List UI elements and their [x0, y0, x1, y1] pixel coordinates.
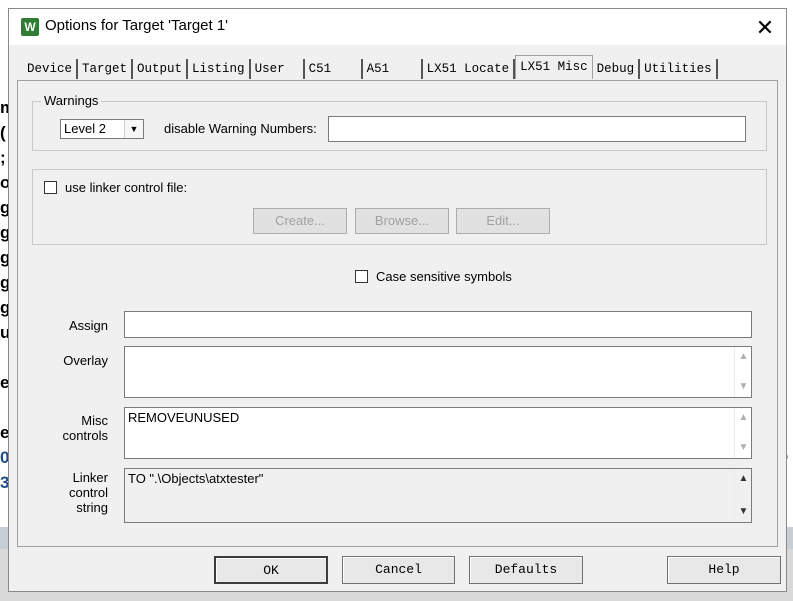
disable-warnings-input[interactable] [328, 116, 746, 142]
use-linker-file-checkbox[interactable] [44, 181, 57, 194]
warning-level-select[interactable]: Level 2 ▼ [60, 119, 144, 139]
defaults-button[interactable]: Defaults [469, 556, 583, 584]
linker-label-line: Linker [72, 470, 108, 485]
tab-a51[interactable]: A51 [362, 59, 423, 79]
options-dialog: W Options for Target 'Target 1' ✕ Device… [8, 8, 787, 592]
assign-label: Assign [68, 318, 108, 333]
chevron-up-icon[interactable]: ▲ [735, 410, 752, 426]
warnings-group: Warnings Level 2 ▼ disable Warning Numbe… [32, 93, 767, 151]
dialog-title: Options for Target 'Target 1' [45, 17, 229, 34]
chevron-down-icon[interactable]: ▼ [735, 440, 752, 456]
linker-control-string-label: Linker control string [38, 470, 108, 515]
misc-label-line: controls [62, 428, 108, 443]
assign-input[interactable] [124, 311, 752, 338]
close-icon[interactable]: ✕ [750, 15, 780, 41]
keil-app-icon: W [21, 18, 39, 36]
tab-user[interactable]: User [250, 59, 305, 79]
linker-control-string-value: TO ".\Objects\atxtester" [128, 471, 264, 486]
tab-lx51-locate[interactable]: LX51 Locate [422, 59, 516, 79]
dialog-button-row: OK Cancel Defaults Help [9, 547, 786, 591]
warning-level-value: Level 2 [64, 121, 106, 136]
chevron-down-icon[interactable]: ▼ [735, 504, 752, 520]
ok-button[interactable]: OK [214, 556, 328, 584]
tab-c51[interactable]: C51 [304, 59, 363, 79]
use-linker-file-label: use linker control file: [65, 180, 188, 195]
warnings-legend: Warnings [41, 93, 102, 108]
title-bar[interactable]: W Options for Target 'Target 1' ✕ [9, 9, 786, 45]
cancel-button[interactable]: Cancel [342, 556, 455, 584]
overlay-textarea[interactable]: ▲ ▼ [124, 346, 752, 398]
misc-controls-label: Misc controls [38, 413, 108, 443]
tab-listing[interactable]: Listing [188, 59, 251, 79]
tab-target[interactable]: Target [78, 59, 134, 79]
disable-warnings-label: disable Warning Numbers: [164, 121, 317, 136]
chevron-down-icon[interactable]: ▼ [735, 379, 752, 395]
case-sensitive-checkbox[interactable] [355, 270, 368, 283]
tab-output[interactable]: Output [133, 59, 189, 79]
linker-label-line: string [76, 500, 108, 515]
lx51-misc-panel: Warnings Level 2 ▼ disable Warning Numbe… [17, 80, 778, 547]
misc-scrollbar[interactable]: ▲ ▼ [734, 408, 751, 458]
tab-bar: Device Target Output Listing User C51 A5… [23, 55, 718, 79]
linker-label-line: control [68, 485, 108, 500]
linker-control-string-textarea[interactable]: TO ".\Objects\atxtester" ▲ ▼ [124, 468, 752, 523]
tab-lx51-misc[interactable]: LX51 Misc [515, 55, 593, 79]
misc-controls-value: REMOVEUNUSED [128, 410, 240, 425]
misc-controls-textarea[interactable]: REMOVEUNUSED ▲ ▼ [124, 407, 752, 459]
chevron-up-icon[interactable]: ▲ [735, 471, 752, 487]
misc-label-line: Misc [81, 413, 108, 428]
help-button[interactable]: Help [667, 556, 781, 584]
tab-debug[interactable]: Debug [592, 59, 641, 79]
overlay-scrollbar[interactable]: ▲ ▼ [734, 347, 751, 397]
overlay-label: Overlay [63, 353, 108, 368]
edit-button[interactable]: Edit... [456, 208, 550, 234]
chevron-down-icon: ▼ [124, 120, 143, 138]
chevron-up-icon[interactable]: ▲ [735, 349, 752, 365]
tab-utilities[interactable]: Utilities [640, 59, 718, 79]
linker-file-group: use linker control file: Create... Brows… [32, 169, 767, 245]
linker-scrollbar[interactable]: ▲ ▼ [734, 469, 751, 522]
tab-device[interactable]: Device [23, 59, 79, 79]
case-sensitive-label: Case sensitive symbols [376, 269, 512, 284]
browse-button[interactable]: Browse... [355, 208, 449, 234]
create-button[interactable]: Create... [253, 208, 347, 234]
